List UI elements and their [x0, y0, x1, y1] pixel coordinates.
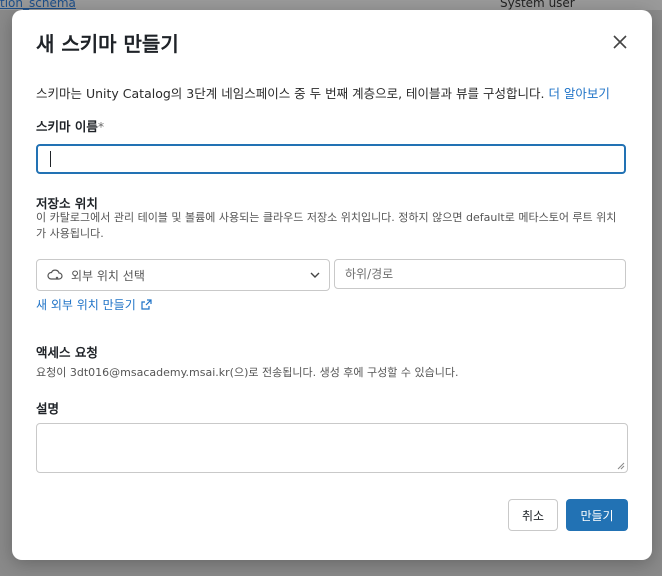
schema-name-label: 스키마 이름*: [36, 116, 104, 135]
access-request-label: 액세스 요청: [36, 345, 98, 360]
cancel-button[interactable]: 취소: [508, 499, 558, 531]
dialog-description: 스키마는 Unity Catalog의 3단계 네임스페이스 중 두 번째 계층…: [36, 83, 610, 102]
new-external-location-text: 새 외부 위치 만들기: [36, 298, 136, 312]
description-text: 스키마는 Unity Catalog의 3단계 네임스페이스 중 두 번째 계층…: [36, 86, 545, 101]
sub-path-input[interactable]: [334, 259, 626, 289]
new-external-location-link[interactable]: 새 외부 위치 만들기: [36, 296, 152, 313]
schema-name-label-text: 스키마 이름: [36, 119, 98, 134]
external-location-select[interactable]: 외부 위치 선택: [36, 259, 330, 291]
external-location-placeholder: 외부 위치 선택: [71, 269, 145, 283]
create-button[interactable]: 만들기: [566, 499, 628, 531]
description-label: 설명: [36, 401, 60, 416]
create-schema-dialog: 새 스키마 만들기 스키마는 Unity Catalog의 3단계 네임스페이스…: [12, 10, 652, 560]
background-header: tion_schema System user: [0, 0, 662, 10]
dialog-title: 새 스키마 만들기: [36, 32, 179, 56]
background-owner: System user: [500, 0, 575, 10]
storage-location-help: 이 카탈로그에서 관리 테이블 및 볼륨에 사용되는 클라우드 저장소 위치입니…: [36, 211, 617, 240]
chevron-down-icon: [310, 272, 320, 278]
learn-more-link[interactable]: 더 알아보기: [548, 86, 609, 101]
external-link-icon: [141, 299, 152, 310]
required-mark: *: [97, 119, 105, 134]
background-schema-link: tion_schema: [0, 0, 76, 10]
access-request-text: 요청이 3dt016@msacademy.msai.kr(으)로 전송됩니다. …: [36, 366, 459, 379]
resize-grip-icon[interactable]: [616, 461, 625, 470]
cloud-icon: [47, 269, 63, 280]
description-textarea[interactable]: [36, 423, 628, 473]
close-icon[interactable]: [610, 32, 630, 52]
text-caret: [50, 151, 51, 167]
schema-name-input[interactable]: [36, 144, 626, 174]
